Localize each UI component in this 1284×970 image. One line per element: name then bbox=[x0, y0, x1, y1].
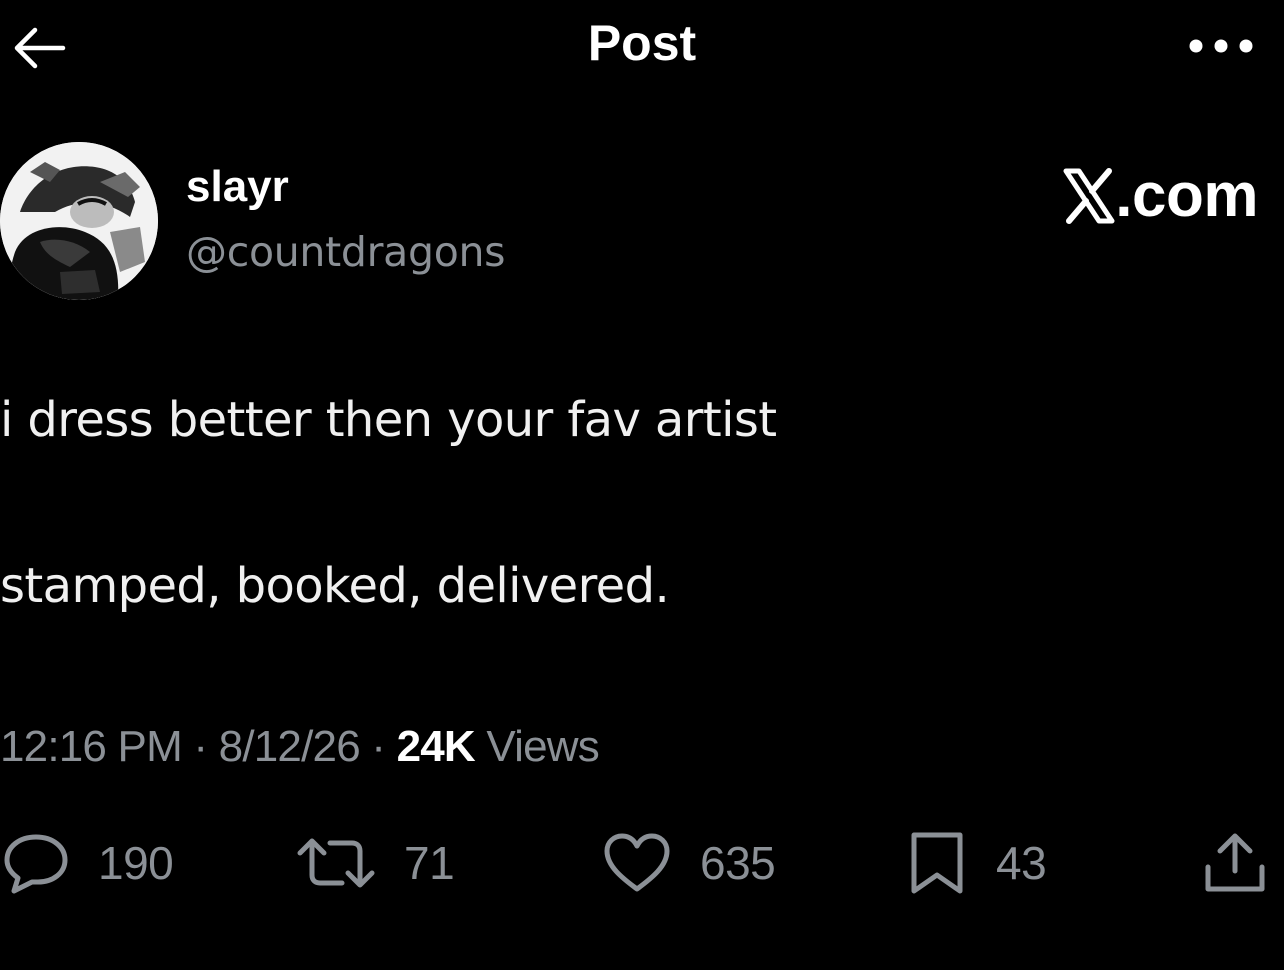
post-text-line: i dress better then your fav artist bbox=[0, 392, 777, 448]
post-time[interactable]: 12:16 PM bbox=[0, 722, 183, 771]
post-date[interactable]: 8/12/26 bbox=[219, 722, 361, 771]
reply-button[interactable]: 190 bbox=[2, 830, 174, 896]
author-handle[interactable]: @countdragons bbox=[186, 228, 506, 276]
heart-icon bbox=[602, 832, 672, 894]
post-detail-screen: Post slayr @countdragons .com i dress be… bbox=[0, 0, 1284, 970]
like-button[interactable]: 635 bbox=[602, 830, 776, 896]
repost-count: 71 bbox=[404, 837, 455, 889]
like-count: 635 bbox=[700, 837, 776, 889]
back-arrow-icon bbox=[9, 25, 67, 71]
share-icon bbox=[1200, 831, 1270, 895]
reply-count: 190 bbox=[98, 837, 174, 889]
bookmark-icon bbox=[906, 831, 968, 895]
meta-separator: · bbox=[371, 722, 397, 771]
reply-icon bbox=[2, 832, 70, 894]
views-count[interactable]: 24K bbox=[397, 722, 476, 771]
x-logo-icon bbox=[1063, 167, 1115, 224]
share-button[interactable] bbox=[1200, 830, 1270, 896]
back-button[interactable] bbox=[8, 22, 68, 74]
author-display-name[interactable]: slayr bbox=[186, 162, 289, 212]
repost-button[interactable]: 71 bbox=[296, 830, 455, 896]
meta-separator: · bbox=[193, 722, 219, 771]
repost-icon bbox=[296, 835, 376, 891]
bookmark-count: 43 bbox=[996, 837, 1047, 889]
post-meta: 12:16 PM · 8/12/26 · 24K Views bbox=[0, 722, 600, 772]
more-horizontal-icon bbox=[1188, 38, 1254, 54]
post-text-line: stamped, booked, delivered. bbox=[0, 558, 670, 614]
views-label: Views bbox=[486, 722, 599, 771]
bookmark-button[interactable]: 43 bbox=[906, 830, 1047, 896]
watermark-text: .com bbox=[1115, 161, 1258, 230]
page-title: Post bbox=[587, 15, 697, 71]
more-options-button[interactable] bbox=[1186, 28, 1256, 64]
avatar[interactable] bbox=[0, 142, 158, 300]
x-watermark: .com bbox=[1063, 160, 1258, 231]
